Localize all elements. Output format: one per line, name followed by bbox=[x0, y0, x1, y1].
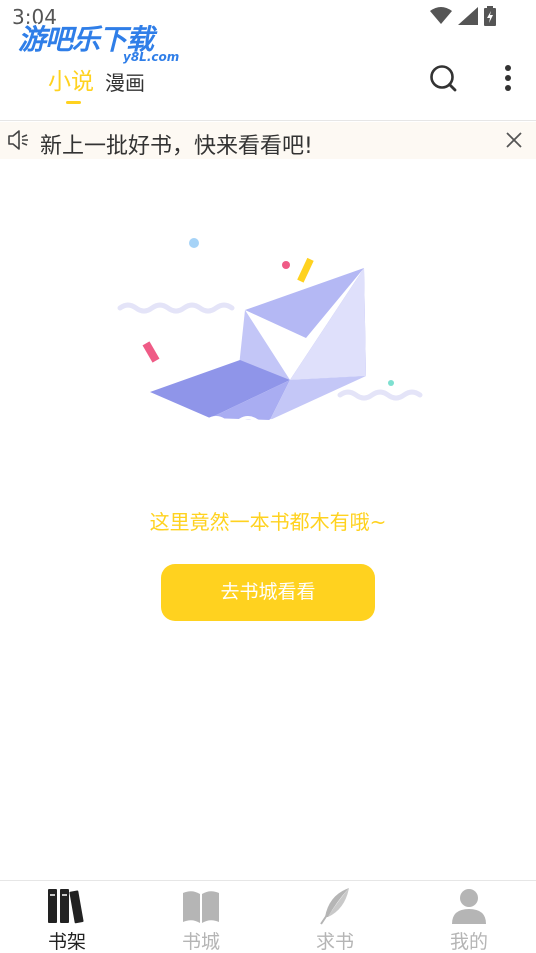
notice-banner: 新上一批好书，快来看看吧! bbox=[0, 122, 536, 159]
wifi-icon bbox=[430, 7, 452, 24]
bookshelf-icon bbox=[48, 889, 84, 924]
notice-text: 新上一批好书，快来看看吧! bbox=[40, 134, 313, 159]
nav-item-bookstore[interactable]: 书城 bbox=[134, 881, 268, 953]
search-icon[interactable] bbox=[428, 63, 458, 93]
nav-item-bookshelf[interactable]: 书架 bbox=[0, 881, 134, 953]
wave-right bbox=[337, 389, 423, 401]
open-book-icon bbox=[183, 891, 219, 923]
confetti-dot-teal bbox=[388, 380, 394, 386]
nav-label-bookstore: 书城 bbox=[181, 931, 220, 953]
user-icon bbox=[452, 889, 486, 924]
tab-active-indicator bbox=[66, 101, 81, 104]
nav-item-request-book[interactable]: 求书 bbox=[268, 881, 402, 953]
bottom-nav: 书架 书城 求书 我的 bbox=[0, 880, 536, 953]
signal-icon bbox=[458, 7, 478, 25]
top-header: 小说 漫画 bbox=[0, 50, 536, 121]
wave-left bbox=[117, 302, 235, 314]
tab-comic[interactable]: 漫画 bbox=[105, 67, 145, 96]
close-icon[interactable] bbox=[505, 131, 523, 149]
confetti-dot-blue bbox=[189, 238, 199, 248]
app-screen: 3:04 游吧乐下载 y8L.com 小说 漫画 新上一批好书，快来看看吧! 这… bbox=[0, 0, 536, 953]
battery-icon bbox=[484, 6, 496, 26]
empty-state-message: 这里竟然一本书都木有哦~ bbox=[149, 510, 387, 534]
nav-item-mine[interactable]: 我的 bbox=[402, 881, 536, 953]
speaker-icon bbox=[8, 130, 28, 150]
nav-label-mine: 我的 bbox=[449, 931, 488, 953]
nav-label-bookshelf: 书架 bbox=[47, 931, 86, 953]
feather-icon bbox=[320, 888, 349, 925]
confetti-yellow bbox=[297, 257, 314, 283]
confetti-dot-pink bbox=[282, 261, 290, 269]
tab-novel[interactable]: 小说 bbox=[48, 62, 94, 96]
more-vert-icon[interactable] bbox=[500, 63, 516, 93]
status-icons bbox=[430, 6, 496, 26]
paper-boat-illustration bbox=[117, 238, 423, 424]
confetti-pink bbox=[142, 341, 160, 363]
go-to-bookstore-button[interactable]: 去书城看看 bbox=[161, 564, 375, 621]
nav-label-request-book: 求书 bbox=[315, 931, 354, 953]
